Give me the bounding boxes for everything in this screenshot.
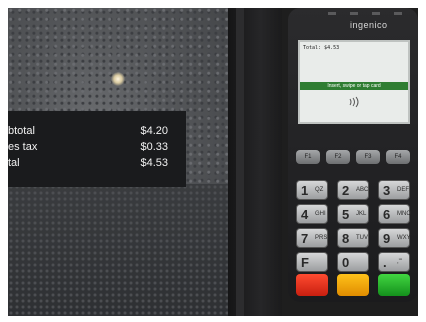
key-5[interactable]: 5 JKL: [337, 204, 369, 224]
led: [372, 12, 380, 15]
f1-key-label: F1: [304, 154, 312, 160]
key-digit: 6: [383, 207, 391, 222]
key-letters: MNO: [397, 211, 411, 217]
status-leds: [328, 12, 408, 16]
contactless-icon: [349, 96, 359, 108]
led: [350, 12, 358, 15]
led: [328, 12, 336, 15]
brand-logo: ingenico: [350, 20, 388, 30]
total-line: tal $4.53: [8, 157, 186, 171]
mount-pole: [236, 8, 244, 316]
key-f[interactable]: F: [296, 252, 328, 272]
cancel-key[interactable]: [296, 274, 328, 296]
key-7[interactable]: 7 PRS: [296, 228, 328, 248]
f1-key[interactable]: F1: [296, 150, 320, 164]
key-2[interactable]: 2 ABC: [337, 180, 369, 200]
subtotal-value: $4.20: [140, 125, 168, 137]
key-letters: GHI: [315, 211, 326, 217]
countertop-lower: [8, 184, 228, 316]
key-dot[interactable]: . ,'": [378, 252, 410, 272]
subtotal-label: btotal: [8, 125, 35, 137]
function-keys: F1 F2 F3 F4: [296, 150, 410, 166]
f4-key-label: F4: [394, 154, 402, 160]
key-digit: .: [383, 255, 387, 270]
f4-key[interactable]: F4: [386, 150, 410, 164]
light-reflection: [111, 72, 125, 86]
key-letters: ABC: [356, 187, 369, 193]
screen-prompt: Insert, swipe or tap card: [327, 83, 381, 89]
tax-line: es tax $0.33: [8, 141, 186, 155]
key-digit: 9: [383, 231, 391, 246]
tax-label: es tax: [8, 141, 38, 153]
f2-key-label: F2: [334, 154, 342, 160]
key-digit: 8: [342, 231, 350, 246]
subtotal-line: btotal $4.20: [8, 125, 186, 139]
customer-display: btotal $4.20 es tax $0.33 tal $4.53: [8, 111, 186, 187]
key-0[interactable]: 0: [337, 252, 369, 272]
key-digit: 7: [301, 231, 309, 246]
screen-total: Total: $4.53: [303, 45, 340, 51]
tax-value: $0.33: [140, 141, 168, 153]
photo: btotal $4.20 es tax $0.33 tal $4.53 inge…: [8, 8, 418, 316]
f3-key[interactable]: F3: [356, 150, 380, 164]
key-digit: 0: [342, 255, 350, 270]
key-letters: TUV: [356, 235, 368, 241]
key-letters: WXY: [397, 235, 411, 241]
total-value: $4.53: [140, 157, 168, 169]
key-1[interactable]: 1 QZ: [296, 180, 328, 200]
key-digit: 2: [342, 183, 350, 198]
key-letters: QZ: [315, 187, 324, 193]
enter-key[interactable]: [378, 274, 410, 296]
key-digit: 1: [301, 183, 309, 198]
card-terminal: ingenico Total: $4.53 Insert, swipe or t…: [288, 8, 418, 302]
f2-key[interactable]: F2: [326, 150, 350, 164]
key-digit: F: [301, 255, 309, 270]
key-4[interactable]: 4 GHI: [296, 204, 328, 224]
led: [394, 12, 402, 15]
key-8[interactable]: 8 TUV: [337, 228, 369, 248]
total-label: tal: [8, 157, 20, 169]
f3-key-label: F3: [364, 154, 372, 160]
key-letters: DEF: [397, 187, 409, 193]
key-9[interactable]: 9 WXY: [378, 228, 411, 248]
key-6[interactable]: 6 MNO: [378, 204, 411, 224]
key-3[interactable]: 3 DEF: [378, 180, 410, 200]
key-letters: ,'": [397, 259, 402, 265]
key-letters: JKL: [356, 211, 367, 217]
clear-key[interactable]: [337, 274, 369, 296]
terminal-screen: Total: $4.53 Insert, swipe or tap card: [298, 40, 410, 124]
key-digit: 4: [301, 207, 309, 222]
key-digit: 3: [383, 183, 391, 198]
key-digit: 5: [342, 207, 350, 222]
key-letters: PRS: [315, 235, 328, 241]
screen-prompt-bar: Insert, swipe or tap card: [300, 82, 408, 90]
